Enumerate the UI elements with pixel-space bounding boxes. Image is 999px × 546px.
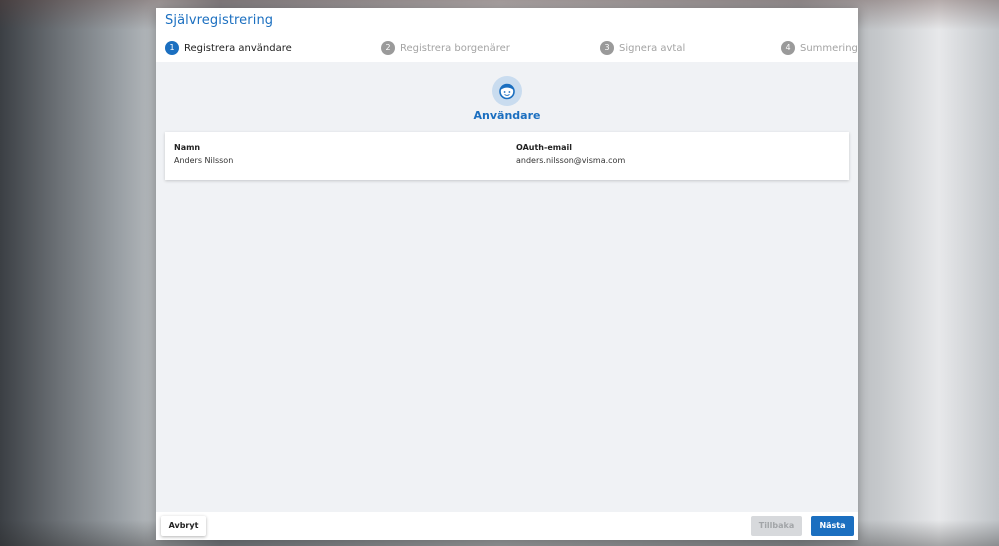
step-number: 4 xyxy=(781,41,795,55)
user-face-icon xyxy=(492,76,522,106)
section-title: Användare xyxy=(473,109,541,122)
cancel-button[interactable]: Avbryt xyxy=(161,516,206,536)
dialog-footer: Avbryt Tillbaka Nästa xyxy=(156,512,858,540)
email-value: anders.nilsson@visma.com xyxy=(516,156,626,165)
step-label: Registrera användare xyxy=(184,42,292,54)
name-value: Anders Nilsson xyxy=(174,156,234,165)
step-number: 3 xyxy=(600,41,614,55)
step-label: Signera avtal xyxy=(619,42,686,54)
step-sign-agreement: 3 Signera avtal xyxy=(600,41,685,55)
email-label: OAuth-email xyxy=(516,143,572,152)
name-label: Namn xyxy=(174,143,201,152)
next-button[interactable]: Nästa xyxy=(811,516,854,536)
name-field: Namn Anders Nilsson xyxy=(174,142,233,166)
step-register-creditors: 2 Registrera borgenärer xyxy=(381,41,510,55)
step-summary: 4 Summering xyxy=(781,41,858,55)
dialog-header: Självregistrering 1 Registrera användare… xyxy=(156,8,858,62)
back-button[interactable]: Tillbaka xyxy=(751,516,802,536)
step-label: Summering xyxy=(800,42,858,54)
step-register-user: 1 Registrera användare xyxy=(165,41,292,55)
step-label: Registrera borgenärer xyxy=(400,42,510,54)
user-info-card: Namn Anders Nilsson OAuth-email anders.n… xyxy=(165,132,849,180)
self-registration-dialog: Självregistrering 1 Registrera användare… xyxy=(156,8,858,540)
email-field: OAuth-email anders.nilsson@visma.com xyxy=(516,142,625,166)
step-number: 2 xyxy=(381,41,395,55)
dialog-title: Självregistrering xyxy=(165,13,274,28)
step-number: 1 xyxy=(165,41,179,55)
